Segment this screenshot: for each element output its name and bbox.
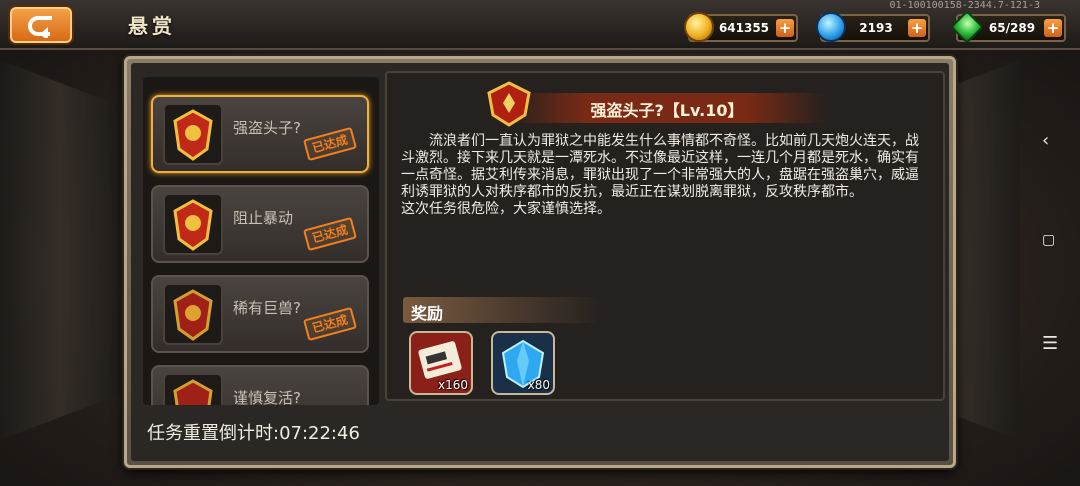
reward-count: x80 xyxy=(527,378,550,392)
quest-name: 稀有巨兽? xyxy=(233,299,301,317)
add-crystal-button[interactable]: + xyxy=(908,19,926,37)
quest-emblem-icon xyxy=(163,373,223,405)
gold-value: 641355 xyxy=(718,21,770,35)
energy-icon xyxy=(950,10,984,44)
quest-emblem-icon xyxy=(163,283,223,345)
add-gold-button[interactable]: + xyxy=(776,19,794,37)
add-energy-button[interactable]: + xyxy=(1044,19,1062,37)
reward-item[interactable]: x80 xyxy=(491,331,555,395)
nav-menu-icon[interactable]: ☰ xyxy=(1042,333,1058,354)
quest-title: 强盗头子?【Lv.10】 xyxy=(590,101,744,120)
crystal-value: 2193 xyxy=(859,21,893,35)
reward-count: x160 xyxy=(437,378,468,392)
description-text: 流浪者们一直认为罪狱之中能发生什么事情都不奇怪。比如前几天炮火连天，战斗激烈。接… xyxy=(401,133,919,200)
coin-icon xyxy=(684,12,714,42)
quest-item[interactable]: 强盗头子? 已达成 xyxy=(151,95,369,173)
reset-countdown: 任务重置倒计时:07:22:46 xyxy=(147,423,360,444)
page-title: 悬赏 xyxy=(128,14,176,38)
quest-emblem-icon xyxy=(163,103,223,165)
quest-name: 谨慎复活? xyxy=(233,389,301,405)
energy-resource: 65/289 + xyxy=(950,10,1066,44)
nav-back-icon[interactable]: ‹ xyxy=(1042,130,1049,151)
crystal-icon xyxy=(816,12,846,42)
crystal-resource: 2193 + xyxy=(816,12,930,42)
bounty-panel: 强盗头子? 已达成 阻止暴动 已达成 稀有巨兽? 已达成 谨慎复活? 强盗头子?… xyxy=(124,56,956,468)
quest-name: 强盗头子? xyxy=(233,119,301,137)
reward-item[interactable]: x160 xyxy=(409,331,473,395)
quest-description: 流浪者们一直认为罪狱之中能发生什么事情都不奇怪。比如前几天炮火连天，战斗激烈。接… xyxy=(401,133,931,218)
top-bar: 悬赏 01-100100158-2344.7-121-3 641355 + 21… xyxy=(0,0,1080,50)
energy-value: 65/289 xyxy=(988,21,1036,35)
quest-item[interactable]: 谨慎复活? xyxy=(151,365,369,405)
quest-list[interactable]: 强盗头子? 已达成 阻止暴动 已达成 稀有巨兽? 已达成 谨慎复活? xyxy=(143,77,379,405)
quest-emblem-icon xyxy=(163,193,223,255)
background-door-left xyxy=(0,60,120,440)
quest-item[interactable]: 稀有巨兽? 已达成 xyxy=(151,275,369,353)
version-label: 01-100100158-2344.7-121-3 xyxy=(889,0,1040,11)
completed-stamp: 已达成 xyxy=(303,216,357,252)
nav-home-icon[interactable]: ▢ xyxy=(1042,232,1055,248)
description-warning: 这次任务很危险，大家谨慎选择。 xyxy=(401,201,611,217)
completed-stamp: 已达成 xyxy=(303,126,357,162)
quest-item[interactable]: 阻止暴动 已达成 xyxy=(151,185,369,263)
completed-stamp: 已达成 xyxy=(303,306,357,342)
reward-label: 奖励 xyxy=(411,304,444,323)
back-button[interactable] xyxy=(10,7,72,43)
quest-name: 阻止暴动 xyxy=(233,209,294,227)
quest-detail: 强盗头子?【Lv.10】 流浪者们一直认为罪狱之中能发生什么事情都不奇怪。比如前… xyxy=(385,71,945,401)
gold-resource: 641355 + xyxy=(684,12,798,42)
back-arrow-icon xyxy=(28,16,52,38)
